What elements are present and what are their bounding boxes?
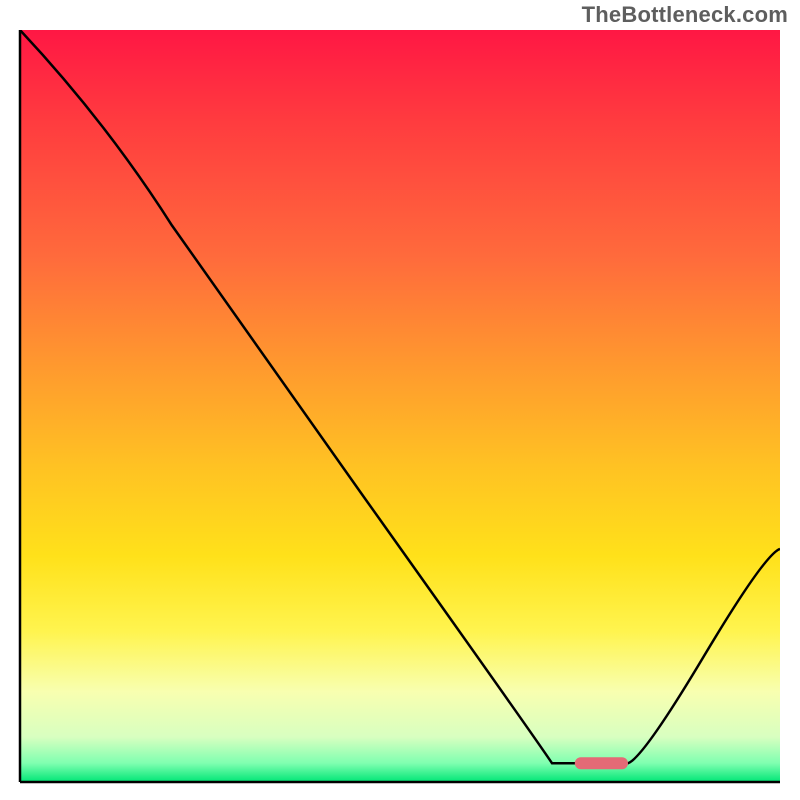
chart-container: TheBottleneck.com [0,0,800,800]
watermark-text: TheBottleneck.com [582,2,788,28]
bottleneck-chart [0,0,800,800]
optimal-range-marker [575,757,628,769]
chart-background-gradient [20,30,780,782]
